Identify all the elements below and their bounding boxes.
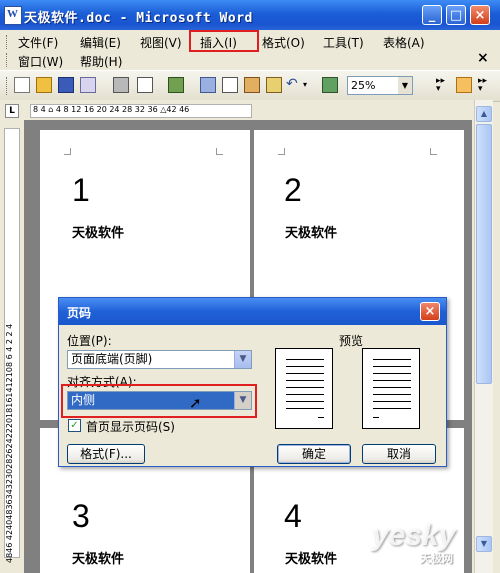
close-button[interactable]: × bbox=[470, 5, 490, 25]
preview-left-page bbox=[275, 348, 333, 429]
maximize-button[interactable]: □ bbox=[446, 5, 466, 25]
page-text: 天极软件 bbox=[72, 552, 125, 567]
menu-file[interactable]: 文件(F) bbox=[18, 34, 58, 51]
menu-grip-2[interactable] bbox=[6, 53, 10, 67]
vertical-ruler[interactable]: 4846 42404836343230282624222018161412108… bbox=[4, 128, 20, 563]
preview-right-page bbox=[362, 348, 420, 429]
first-page-label: 首页显示页码(S) bbox=[86, 420, 175, 434]
close-document-icon[interactable]: × bbox=[477, 50, 489, 66]
word-document-icon bbox=[4, 6, 22, 25]
menu-window[interactable]: 窗口(W) bbox=[18, 53, 63, 70]
ok-button[interactable]: 确定 bbox=[277, 444, 351, 464]
cancel-button[interactable]: 取消 bbox=[362, 444, 436, 464]
undo-dropdown-icon[interactable]: ▾ bbox=[303, 77, 319, 93]
margin-mark bbox=[430, 148, 437, 155]
toolbar-grip[interactable] bbox=[6, 77, 10, 95]
scroll-thumb[interactable] bbox=[476, 124, 492, 384]
position-select[interactable]: 页面底端(页脚) ▼ bbox=[67, 350, 252, 369]
margin-mark bbox=[216, 148, 223, 155]
dialog-close-icon[interactable]: × bbox=[420, 302, 440, 321]
print-preview-icon[interactable] bbox=[137, 77, 153, 93]
title-bar: 天极软件.doc - Microsoft Word _ □ × bbox=[0, 0, 500, 30]
dialog-title: 页码 bbox=[67, 306, 92, 320]
vertical-ruler-ticks: 4846 42404836343230282624222018161412108… bbox=[5, 323, 14, 563]
print-icon[interactable] bbox=[113, 77, 129, 93]
spelling-icon[interactable] bbox=[168, 77, 184, 93]
menu-table[interactable]: 表格(A) bbox=[383, 34, 425, 51]
undo-icon[interactable]: ↶ bbox=[286, 77, 302, 93]
toolbar-options-icon-2[interactable]: ▸▸ ▾ bbox=[478, 77, 494, 94]
dialog-title-bar[interactable]: 页码 × bbox=[59, 298, 446, 325]
open-folder-icon[interactable] bbox=[36, 77, 52, 93]
toolbar-options-icon[interactable]: ▸▸ ▾ bbox=[436, 77, 452, 94]
scroll-down-icon[interactable]: ▼ bbox=[476, 536, 492, 552]
chevron-down-icon[interactable]: ▼ bbox=[234, 351, 251, 368]
watermark-sub: 天极网 bbox=[420, 552, 453, 565]
window-title: 天极软件.doc - Microsoft Word bbox=[24, 11, 253, 26]
page-number: 1 bbox=[72, 172, 90, 208]
chevron-down-icon[interactable]: ▼ bbox=[398, 77, 412, 94]
margin-mark bbox=[278, 148, 285, 155]
page-text: 天极软件 bbox=[285, 552, 338, 567]
tab-selector[interactable]: L bbox=[5, 104, 19, 118]
insert-hyperlink-icon[interactable] bbox=[322, 77, 338, 93]
menu-format[interactable]: 格式(O) bbox=[262, 34, 305, 51]
minimize-button[interactable]: _ bbox=[422, 5, 442, 25]
menu-tools[interactable]: 工具(T) bbox=[323, 34, 364, 51]
zoom-select[interactable]: 25% ▼ bbox=[347, 76, 413, 95]
format-button[interactable]: 格式(F)... bbox=[67, 444, 145, 464]
zoom-value: 25% bbox=[351, 79, 376, 92]
menu-grip[interactable] bbox=[6, 35, 10, 49]
first-page-checkbox[interactable]: ✓ bbox=[68, 419, 81, 432]
margin-mark bbox=[64, 148, 71, 155]
save-icon[interactable] bbox=[58, 77, 74, 93]
copy-icon[interactable] bbox=[222, 77, 238, 93]
paste-icon[interactable] bbox=[244, 77, 260, 93]
page-numbers-dialog: 页码 × 位置(P): 页面底端(页脚) ▼ 对齐方式(A): 内侧 ▼ ➚ ✓… bbox=[58, 297, 447, 467]
page-number: 3 bbox=[72, 498, 90, 534]
page-text: 天极软件 bbox=[285, 226, 338, 241]
scroll-up-icon[interactable]: ▲ bbox=[476, 106, 492, 122]
position-value: 页面底端(页脚) bbox=[71, 352, 153, 366]
menu-edit[interactable]: 编辑(E) bbox=[80, 34, 121, 51]
preview-label: 预览 bbox=[339, 334, 364, 348]
format-painter-icon[interactable] bbox=[266, 77, 282, 93]
standard-toolbar: ↶ ▾ 25% ▼ ▸▸ ▾ ▸▸ ▾ bbox=[0, 70, 500, 102]
position-label: 位置(P): bbox=[67, 334, 112, 348]
insert-menu-highlight bbox=[189, 30, 259, 52]
yesky-watermark: yesky bbox=[372, 519, 456, 552]
new-document-icon[interactable] bbox=[14, 77, 30, 93]
ruler-ticks: 8 4 ⌂ 4 8 12 16 20 24 28 32 36 △42 46 bbox=[33, 105, 190, 114]
page-number: 4 bbox=[284, 498, 302, 534]
alignment-highlight bbox=[61, 384, 257, 418]
cut-icon[interactable] bbox=[200, 77, 216, 93]
read-layout-icon[interactable] bbox=[456, 77, 472, 93]
horizontal-ruler[interactable]: 8 4 ⌂ 4 8 12 16 20 24 28 32 36 △42 46 bbox=[30, 104, 252, 118]
menu-view[interactable]: 视图(V) bbox=[140, 34, 182, 51]
vertical-scrollbar[interactable]: ▲ ▼ bbox=[474, 100, 493, 573]
page-number: 2 bbox=[284, 172, 302, 208]
permission-icon[interactable] bbox=[80, 77, 96, 93]
page-text: 天极软件 bbox=[72, 226, 125, 241]
menu-help[interactable]: 帮助(H) bbox=[80, 53, 122, 70]
